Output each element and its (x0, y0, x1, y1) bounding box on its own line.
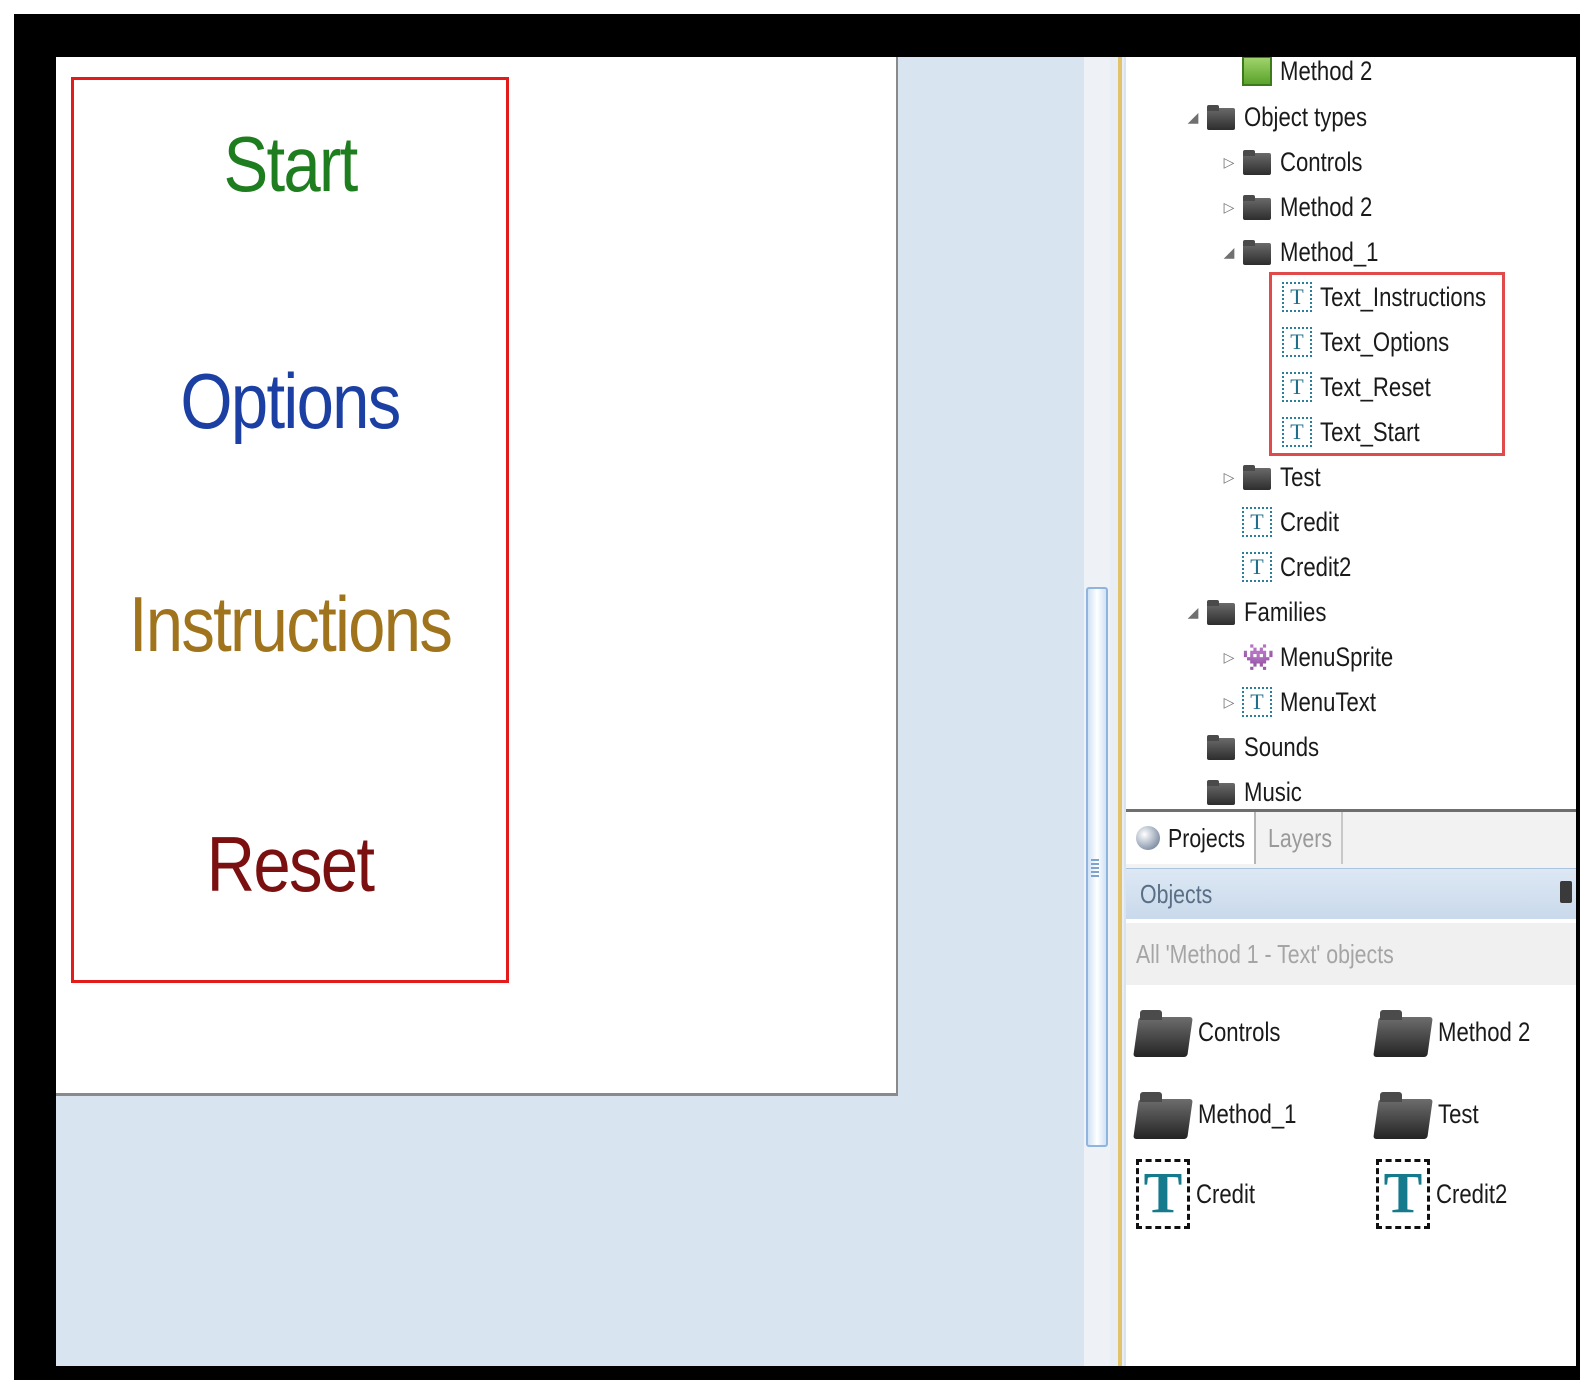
panel-splitter[interactable] (1084, 57, 1124, 1366)
tree-item-menutext[interactable]: ▷ T MenuText (1220, 682, 1397, 722)
tree-item-test[interactable]: ▷ Test (1220, 457, 1330, 497)
grip-icon (1091, 859, 1099, 879)
tree-item-text-options[interactable]: T Text_Options (1282, 322, 1478, 362)
objects-filter-label: All 'Method 1 - Text' objects (1126, 923, 1576, 985)
menu-text-options[interactable]: Options (104, 362, 476, 440)
event-sheet-icon (1242, 57, 1272, 86)
text-object-icon: T (1282, 417, 1312, 447)
object-folder-test[interactable]: Test (1376, 1079, 1488, 1149)
tree-item-object-types[interactable]: ◢ Object types (1184, 97, 1394, 137)
tree-item-text-start[interactable]: T Text_Start (1282, 412, 1442, 452)
menu-highlight-box: Start Options Instructions Reset (71, 77, 509, 983)
object-folder-method1[interactable]: Method_1 (1136, 1079, 1318, 1149)
text-object-icon: T (1282, 327, 1312, 357)
text-object-icon: T (1242, 507, 1272, 537)
panel-tabs: Projects Layers (1126, 809, 1576, 871)
folder-icon (1242, 237, 1272, 267)
folder-icon (1206, 732, 1236, 762)
tree-item-text-instructions[interactable]: T Text_Instructions (1282, 277, 1523, 317)
layout-canvas[interactable]: Start Options Instructions Reset (56, 57, 898, 1096)
folder-icon (1242, 462, 1272, 492)
text-object-icon: T (1242, 552, 1272, 582)
tree-item-text-reset[interactable]: T Text_Reset (1282, 367, 1455, 407)
text-family-icon: T (1242, 687, 1272, 717)
tree-item-credit[interactable]: T Credit (1242, 502, 1352, 542)
text-object-icon: T (1282, 372, 1312, 402)
folder-icon (1376, 1005, 1430, 1059)
editor-window: Start Options Instructions Reset Method … (56, 57, 1576, 1366)
pin-icon[interactable] (1560, 881, 1572, 903)
tree-item-menusprite[interactable]: ▷ 👾 MenuSprite (1220, 637, 1418, 677)
tree-item-music[interactable]: Music (1206, 772, 1315, 812)
text-object-icon: T (1282, 282, 1312, 312)
screenshot-frame: Start Options Instructions Reset Method … (14, 14, 1580, 1380)
folder-icon (1206, 777, 1236, 807)
folder-icon (1136, 1005, 1190, 1059)
tree-item-controls[interactable]: ▷ Controls (1220, 142, 1381, 182)
collapsed-arrow-icon[interactable]: ▷ (1220, 199, 1238, 216)
folder-icon (1206, 597, 1236, 627)
menu-text-start[interactable]: Start (104, 125, 476, 203)
collapsed-arrow-icon[interactable]: ▷ (1220, 469, 1238, 486)
projects-globe-icon (1136, 826, 1160, 850)
folder-icon (1242, 147, 1272, 177)
expanded-arrow-icon[interactable]: ◢ (1184, 109, 1202, 126)
tree-item-credit2[interactable]: T Credit2 (1242, 547, 1367, 587)
tree-item-sounds[interactable]: Sounds (1206, 727, 1336, 767)
text-object-icon: T (1376, 1159, 1430, 1229)
tree-item-families[interactable]: ◢ Families (1184, 592, 1345, 632)
sprite-family-icon: 👾 (1242, 642, 1275, 672)
object-folder-method2[interactable]: Method 2 (1376, 997, 1551, 1067)
objects-panel-header: Objects (1126, 869, 1576, 919)
text-object-icon: T (1136, 1159, 1190, 1229)
tree-item-method2-folder[interactable]: ▷ Method 2 (1220, 187, 1393, 227)
folder-icon (1376, 1087, 1430, 1141)
menu-text-reset[interactable]: Reset (104, 825, 476, 903)
folder-icon (1206, 102, 1236, 132)
project-tree: Method 2 ◢ Object types ▷ Controls ▷ Met… (1126, 57, 1576, 812)
object-text-credit[interactable]: T Credit (1136, 1159, 1268, 1229)
tree-item-method1-folder[interactable]: ◢ Method_1 (1220, 232, 1400, 272)
expanded-arrow-icon[interactable]: ◢ (1220, 244, 1238, 261)
splitter-edge (1118, 57, 1122, 1366)
collapsed-arrow-icon[interactable]: ▷ (1220, 694, 1238, 711)
menu-text-instructions[interactable]: Instructions (104, 585, 476, 663)
collapsed-arrow-icon[interactable]: ▷ (1220, 154, 1238, 171)
project-panel: Method 2 ◢ Object types ▷ Controls ▷ Met… (1126, 57, 1576, 1366)
expanded-arrow-icon[interactable]: ◢ (1184, 604, 1202, 621)
folder-icon (1242, 192, 1272, 222)
tab-projects[interactable]: Projects (1126, 812, 1256, 864)
object-folder-controls[interactable]: Controls (1136, 997, 1299, 1067)
tree-item-method2-sheet[interactable]: Method 2 (1242, 57, 1393, 91)
folder-icon (1136, 1087, 1190, 1141)
collapsed-arrow-icon[interactable]: ▷ (1220, 649, 1238, 666)
tab-layers[interactable]: Layers (1258, 812, 1343, 864)
object-text-credit2[interactable]: T Credit2 (1376, 1159, 1523, 1229)
